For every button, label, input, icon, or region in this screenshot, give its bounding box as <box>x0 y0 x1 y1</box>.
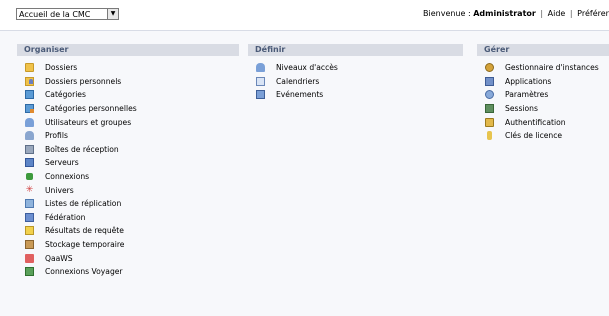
lock-icon <box>485 117 494 127</box>
profile-icon <box>25 131 34 141</box>
link-authentification[interactable]: Authentification <box>485 115 609 129</box>
link-label: Catégories personnelles <box>45 104 137 114</box>
gerer-list: Gestionnaire d'instances Applications Pa… <box>477 56 609 143</box>
access-level-icon <box>256 63 265 73</box>
replication-icon <box>25 199 34 209</box>
license-key-icon <box>487 131 492 141</box>
link-categories[interactable]: Catégories <box>25 88 239 102</box>
connection-icon <box>26 173 33 181</box>
panel-gerer: Gérer Gestionnaire d'instances Applicati… <box>477 44 609 143</box>
link-listes-replication[interactable]: Listes de réplication <box>25 197 239 211</box>
sessions-icon <box>485 104 494 114</box>
link-dossiers-personnels[interactable]: Dossiers personnels <box>25 75 239 89</box>
link-label: Boîtes de réception <box>45 144 119 154</box>
panel-title: Gérer <box>477 44 609 56</box>
category-icon <box>25 90 34 100</box>
link-label: Applications <box>505 76 552 86</box>
applications-icon <box>485 76 494 86</box>
link-utilisateurs-groupes[interactable]: Utilisateurs et groupes <box>25 115 239 129</box>
link-federation[interactable]: Fédération <box>25 211 239 225</box>
link-label: Clés de licence <box>505 131 563 141</box>
query-results-icon <box>25 226 34 236</box>
link-label: Calendriers <box>276 76 320 86</box>
link-dossiers[interactable]: Dossiers <box>25 61 239 75</box>
federation-icon <box>25 212 34 222</box>
link-applications[interactable]: Applications <box>485 75 609 89</box>
link-label: Authentification <box>505 117 566 127</box>
server-icon <box>25 158 34 168</box>
panel-organiser: Organiser Dossiers Dossiers personnels C… <box>17 44 239 279</box>
folder-icon <box>25 63 34 73</box>
link-label: Evénements <box>276 90 324 100</box>
link-label: Sessions <box>505 104 538 114</box>
link-label: Connexions Voyager <box>45 267 123 277</box>
main-content: Organiser Dossiers Dossiers personnels C… <box>0 30 609 316</box>
link-label: Dossiers personnels <box>45 76 122 86</box>
welcome-text: Bienvenue : <box>423 9 471 18</box>
user-bar: Bienvenue : Administrator | Aide | Préfé… <box>423 8 609 20</box>
instance-manager-icon <box>485 63 494 73</box>
panel-title: Définir <box>248 44 463 56</box>
voyager-icon <box>25 267 34 277</box>
link-label: Connexions <box>45 172 90 182</box>
link-label: Gestionnaire d'instances <box>505 63 599 73</box>
panel-title: Organiser <box>17 44 239 56</box>
navigation-select-value: Accueil de la CMC <box>19 9 91 19</box>
link-resultats-requete[interactable]: Résultats de requête <box>25 224 239 238</box>
link-serveurs[interactable]: Serveurs <box>25 156 239 170</box>
temp-storage-icon <box>25 240 34 250</box>
link-connexions-voyager[interactable]: Connexions Voyager <box>25 265 239 279</box>
personal-category-icon <box>25 104 34 114</box>
link-label: QaaWS <box>45 253 73 263</box>
link-label: Résultats de requête <box>45 226 124 236</box>
link-sessions[interactable]: Sessions <box>485 102 609 116</box>
link-label: Paramètres <box>505 90 549 100</box>
link-label: Univers <box>45 185 74 195</box>
top-bar: Accueil de la CMC ▼ Bienvenue : Administ… <box>0 0 609 28</box>
inbox-icon <box>25 144 34 154</box>
link-stockage-temporaire[interactable]: Stockage temporaire <box>25 238 239 252</box>
link-evenements[interactable]: Evénements <box>256 88 463 102</box>
calendar-icon <box>256 76 265 86</box>
organiser-list: Dossiers Dossiers personnels Catégories … <box>17 56 239 279</box>
help-link[interactable]: Aide <box>548 9 566 18</box>
users-groups-icon <box>25 117 34 127</box>
link-label: Utilisateurs et groupes <box>45 117 132 127</box>
settings-icon <box>485 90 494 100</box>
panel-definir: Définir Niveaux d'accès Calendriers Evén… <box>248 44 463 102</box>
personal-folder-icon <box>25 76 34 86</box>
event-icon <box>256 90 265 100</box>
preferences-link[interactable]: Préférences <box>577 9 609 18</box>
definir-list: Niveaux d'accès Calendriers Evénements <box>248 56 463 102</box>
link-label: Stockage temporaire <box>45 240 125 250</box>
link-label: Dossiers <box>45 63 78 73</box>
link-univers[interactable]: ✳ Univers <box>25 183 239 197</box>
navigation-select[interactable]: Accueil de la CMC ▼ <box>16 8 119 20</box>
username: Administrator <box>473 9 536 18</box>
link-label: Niveaux d'accès <box>276 63 338 73</box>
link-label: Serveurs <box>45 158 79 168</box>
link-label: Listes de réplication <box>45 199 122 209</box>
universe-icon: ✳ <box>25 184 34 195</box>
link-label: Catégories <box>45 90 86 100</box>
link-cles-licence[interactable]: Clés de licence <box>485 129 609 143</box>
link-label: Fédération <box>45 212 86 222</box>
link-connexions[interactable]: Connexions <box>25 170 239 184</box>
link-qaaws[interactable]: QaaWS <box>25 251 239 265</box>
link-boites-reception[interactable]: Boîtes de réception <box>25 143 239 157</box>
chevron-down-icon[interactable]: ▼ <box>107 9 118 19</box>
separator: | <box>540 9 544 18</box>
qaaws-icon <box>25 253 34 263</box>
separator: | <box>569 9 573 18</box>
link-label: Profils <box>45 131 68 141</box>
link-parametres[interactable]: Paramètres <box>485 88 609 102</box>
link-niveaux-acces[interactable]: Niveaux d'accès <box>256 61 463 75</box>
link-categories-personnelles[interactable]: Catégories personnelles <box>25 102 239 116</box>
link-calendriers[interactable]: Calendriers <box>256 75 463 89</box>
link-profils[interactable]: Profils <box>25 129 239 143</box>
link-gestionnaire-instances[interactable]: Gestionnaire d'instances <box>485 61 609 75</box>
